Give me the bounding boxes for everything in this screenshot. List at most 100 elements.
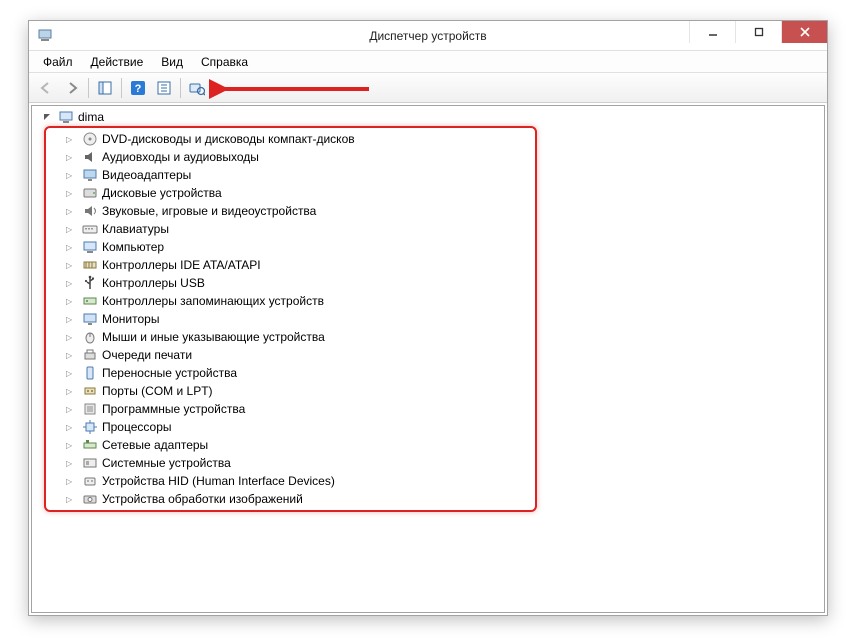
window-buttons <box>689 21 827 43</box>
expand-icon[interactable]: ▷ <box>66 477 76 486</box>
tree-category[interactable]: ▷ Переносные устройства <box>48 364 355 382</box>
ports-icon <box>82 383 98 399</box>
tree-category[interactable]: ▷ Клавиатуры <box>48 220 355 238</box>
expand-icon[interactable]: ▷ <box>66 369 76 378</box>
expand-icon[interactable]: ▷ <box>66 279 76 288</box>
toolbar-separator <box>180 78 181 98</box>
minimize-button[interactable] <box>689 21 735 43</box>
tree-category[interactable]: ▷ DVD-дисководы и дисководы компакт-диско… <box>48 130 355 148</box>
tree-category[interactable]: ▷ Процессоры <box>48 418 355 436</box>
expand-icon[interactable]: ▷ <box>66 135 76 144</box>
app-icon <box>37 28 53 44</box>
scan-hardware-button[interactable] <box>185 76 209 100</box>
device-categories-group: ▷ DVD-дисководы и дисководы компакт-диско… <box>44 126 537 512</box>
expand-icon[interactable]: ▷ <box>66 459 76 468</box>
expand-icon[interactable]: ▷ <box>66 495 76 504</box>
tree-item-label: Программные устройства <box>102 402 245 416</box>
tree-item-label: Дисковые устройства <box>102 186 222 200</box>
tree-category[interactable]: ▷ Контроллеры запоминающих устройств <box>48 292 355 310</box>
tree-item-label: Устройства обработки изображений <box>102 492 303 506</box>
properties-button[interactable] <box>152 76 176 100</box>
tree-category[interactable]: ▷ Системные устройства <box>48 454 355 472</box>
menu-view[interactable]: Вид <box>153 53 191 71</box>
tree-category[interactable]: ▷ Контроллеры USB <box>48 274 355 292</box>
tree-item-label: Сетевые адаптеры <box>102 438 208 452</box>
expand-icon[interactable]: ▷ <box>66 441 76 450</box>
tree-item-label: Клавиатуры <box>102 222 169 236</box>
tree-item-label: Системные устройства <box>102 456 231 470</box>
tree-item-label: Мониторы <box>102 312 159 326</box>
tree-item-label: Контроллеры USB <box>102 276 205 290</box>
expand-icon[interactable]: ▷ <box>66 243 76 252</box>
tree-item-label: Контроллеры запоминающих устройств <box>102 294 324 308</box>
maximize-button[interactable] <box>735 21 781 43</box>
expand-icon[interactable]: ▷ <box>66 423 76 432</box>
mouse-icon <box>82 329 98 345</box>
tree-item-label: Переносные устройства <box>102 366 237 380</box>
expand-icon[interactable]: ▷ <box>66 261 76 270</box>
disk-drive-icon <box>82 185 98 201</box>
titlebar: Диспетчер устройств <box>29 21 827 51</box>
tree-category[interactable]: ▷ Дисковые устройства <box>48 184 355 202</box>
menu-help[interactable]: Справка <box>193 53 256 71</box>
expand-icon[interactable]: ▷ <box>66 405 76 414</box>
expand-icon[interactable]: ▷ <box>66 153 76 162</box>
toolbar-separator <box>88 78 89 98</box>
expand-icon[interactable]: ▷ <box>66 351 76 360</box>
storage-controller-icon <box>82 293 98 309</box>
menu-file[interactable]: Файл <box>35 53 81 71</box>
close-button[interactable] <box>781 21 827 43</box>
tree-category[interactable]: ▷ Мыши и иные указывающие устройства <box>48 328 355 346</box>
toolbar: ? <box>29 73 827 103</box>
tree-category[interactable]: ▷ Сетевые адаптеры <box>48 436 355 454</box>
tree-category[interactable]: ▷Очереди печати <box>48 346 355 364</box>
expand-icon[interactable]: ▷ <box>66 315 76 324</box>
nav-forward-button[interactable] <box>60 76 84 100</box>
expand-icon[interactable]: ▷ <box>66 333 76 342</box>
tree-item-label: Процессоры <box>102 420 172 434</box>
processor-icon <box>82 419 98 435</box>
tree-category[interactable]: ▷Аудиовходы и аудиовыходы <box>48 148 355 166</box>
display-adapter-icon <box>82 167 98 183</box>
device-manager-window: Диспетчер устройств Файл Действие Вид Сп… <box>28 20 828 616</box>
tree-root-node[interactable]: dima <box>32 108 824 126</box>
tree-category[interactable]: ▷ Устройства HID (Human Interface Devices… <box>48 472 355 490</box>
tree-category[interactable]: ▷Порты (COM и LPT) <box>48 382 355 400</box>
expand-icon[interactable]: ▷ <box>66 225 76 234</box>
device-tree-pane[interactable]: dima ▷ DVD-дисководы и дисководы компакт-… <box>31 105 825 613</box>
help-button[interactable]: ? <box>126 76 150 100</box>
monitor-icon <box>82 311 98 327</box>
tree-category[interactable]: ▷ Видеоадаптеры <box>48 166 355 184</box>
expand-icon[interactable]: ▷ <box>66 387 76 396</box>
tree-category[interactable]: ▷ Устройства обработки изображений <box>48 490 355 508</box>
expand-icon[interactable]: ▷ <box>66 171 76 180</box>
tree-category[interactable]: ▷ Звуковые, игровые и видеоустройства <box>48 202 355 220</box>
portable-device-icon <box>82 365 98 381</box>
hid-device-icon <box>82 473 98 489</box>
tree-category[interactable]: ▷ Контроллеры IDE ATA/ATAPI <box>48 256 355 274</box>
tree-category[interactable]: ▷ Программные устройства <box>48 400 355 418</box>
software-device-icon <box>82 401 98 417</box>
tree-item-label: Компьютер <box>102 240 164 254</box>
tree-category[interactable]: ▷ Компьютер <box>48 238 355 256</box>
toolbar-separator <box>121 78 122 98</box>
imaging-device-icon <box>82 491 98 507</box>
tree-item-label: Контроллеры IDE ATA/ATAPI <box>102 258 261 272</box>
tree-item-label: Мыши и иные указывающие устройства <box>102 330 325 344</box>
tree-item-label: Звуковые, игровые и видеоустройства <box>102 204 316 218</box>
expand-icon[interactable]: ▷ <box>66 207 76 216</box>
collapse-icon[interactable] <box>42 112 52 122</box>
tree-item-label: Видеоадаптеры <box>102 168 191 182</box>
menu-action[interactable]: Действие <box>83 53 152 71</box>
nav-back-button[interactable] <box>34 76 58 100</box>
show-hide-tree-button[interactable] <box>93 76 117 100</box>
tree-item-label: DVD-дисководы и дисководы компакт-дисков <box>102 132 355 146</box>
sound-video-game-icon <box>82 203 98 219</box>
expand-icon[interactable]: ▷ <box>66 189 76 198</box>
computer-icon <box>58 109 74 125</box>
tree-category[interactable]: ▷ Мониторы <box>48 310 355 328</box>
svg-text:?: ? <box>135 83 142 95</box>
keyboard-icon <box>82 221 98 237</box>
tree-item-label: Устройства HID (Human Interface Devices) <box>102 474 335 488</box>
expand-icon[interactable]: ▷ <box>66 297 76 306</box>
